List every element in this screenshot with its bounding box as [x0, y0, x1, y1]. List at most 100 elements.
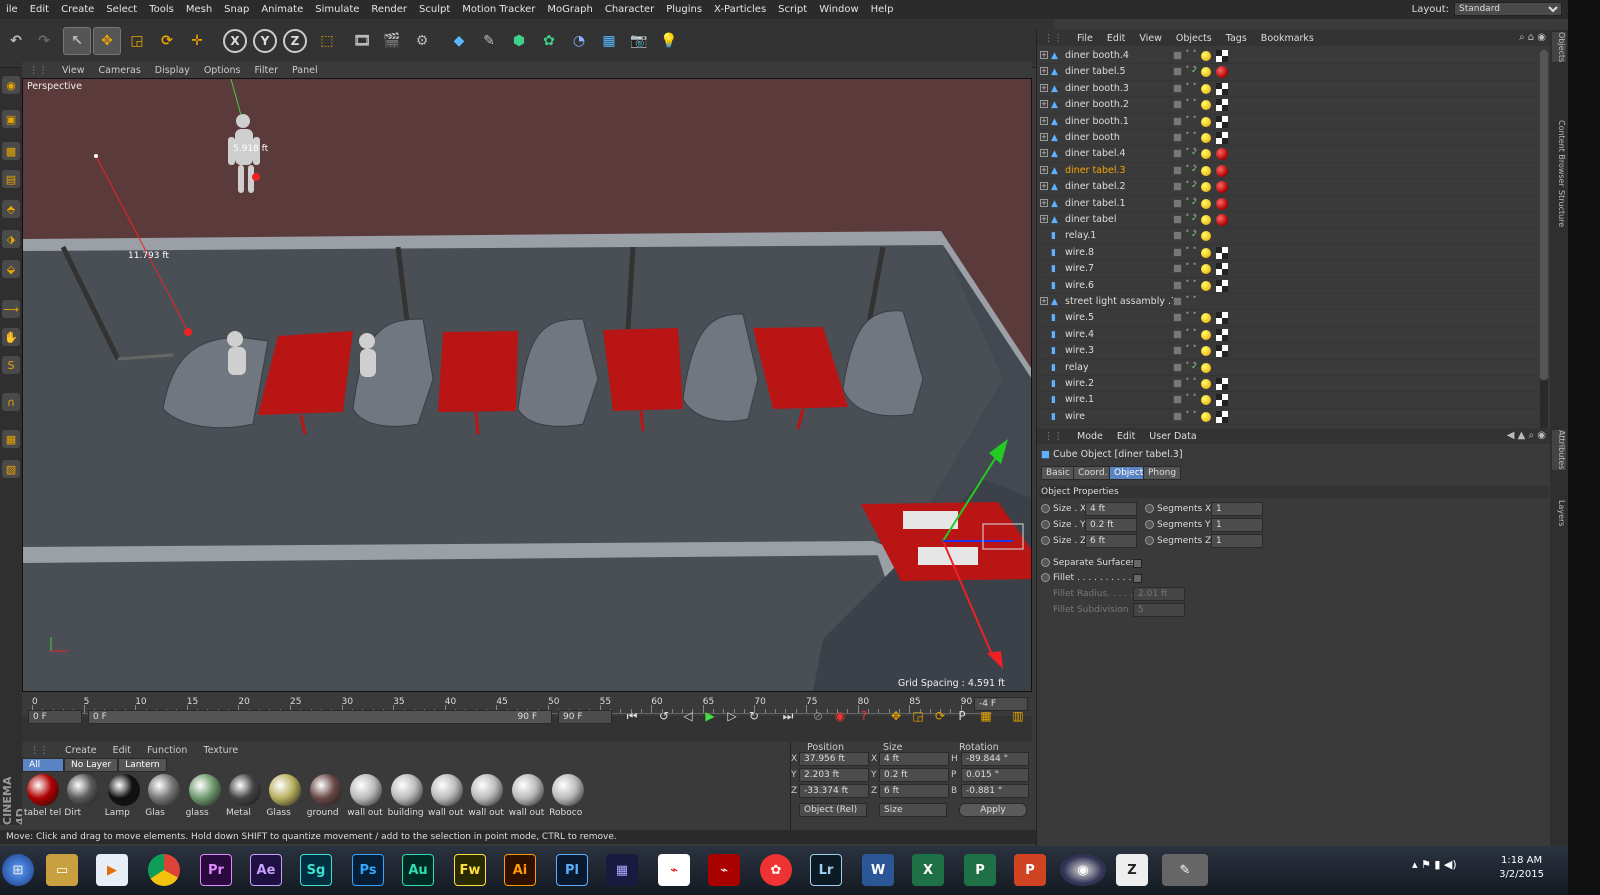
start-button-icon[interactable]: ⊞ [2, 854, 34, 886]
tweak-mode-icon[interactable]: ✋ [2, 328, 20, 346]
expand-toggle-icon[interactable]: + [1040, 83, 1048, 92]
object-row[interactable]: + ▲ diner booth.3 • • [1037, 80, 1537, 98]
side-tab-structure[interactable]: Structure [1552, 190, 1566, 227]
phong-tag-icon[interactable] [1201, 379, 1211, 389]
position-z-field[interactable]: -33.374 ft [799, 784, 869, 798]
enabled-check-icon[interactable]: ✓ [1191, 148, 1199, 158]
viewport-menu-options[interactable]: Options [197, 65, 248, 76]
material-swatch[interactable]: glass [186, 774, 224, 830]
visibility-dots-icon[interactable]: • • [1185, 294, 1197, 302]
texture-tag-icon[interactable] [1216, 115, 1228, 128]
enabled-check-icon[interactable]: ✓ [1191, 362, 1199, 372]
apply-button[interactable]: Apply [959, 803, 1027, 817]
enabled-check-icon[interactable]: ✓ [1191, 181, 1199, 191]
zbrush-icon[interactable]: Z [1116, 854, 1148, 886]
size-z-anim-radio[interactable] [1041, 536, 1050, 545]
texture-tag-icon[interactable] [1216, 328, 1228, 341]
key-param-icon[interactable]: P [952, 706, 972, 726]
menu-sculpt[interactable]: Sculpt [413, 4, 456, 15]
expand-toggle-icon[interactable]: + [1040, 198, 1048, 207]
texture-mode-icon[interactable]: ▩ [2, 142, 20, 160]
material-swatch[interactable]: wall out [468, 774, 506, 830]
layer-checkbox-icon[interactable] [1173, 264, 1182, 274]
material-swatch[interactable]: Lamp [105, 774, 143, 830]
phong-tag-icon[interactable] [1201, 280, 1211, 291]
object-row[interactable]: ▮ wire.4 • • [1037, 326, 1537, 344]
position-x-field[interactable]: 37.956 ft [799, 752, 869, 766]
visibility-dots-icon[interactable]: • • [1185, 97, 1197, 105]
visibility-dots-icon[interactable]: • • [1185, 310, 1197, 318]
attribute-menu-edit[interactable]: Edit [1110, 431, 1142, 442]
texture-tag-icon[interactable] [1216, 246, 1228, 259]
object-row[interactable]: ▮ wire.2 • • [1037, 376, 1537, 393]
magnet-icon[interactable]: ∩ [2, 393, 20, 411]
texture-tag-icon[interactable] [1216, 345, 1228, 358]
redo-icon[interactable]: ↷ [30, 27, 58, 55]
phong-tag-icon[interactable] [1201, 215, 1211, 225]
material-swatch[interactable]: tabel tel [24, 774, 62, 830]
expand-toggle-icon[interactable]: + [1040, 51, 1048, 59]
phong-tag-icon[interactable] [1201, 362, 1211, 373]
attribute-nav-icons[interactable]: ◀ ▲ ⌕ ◉ [1507, 430, 1546, 441]
x-axis-lock-icon[interactable]: X [223, 29, 247, 53]
visibility-dots-icon[interactable]: • • [1185, 244, 1197, 252]
object-manager-search-icon[interactable]: ⌕ ⌂ ◉ [1519, 32, 1546, 43]
texture-tag-icon[interactable] [1216, 312, 1228, 325]
move-tool-icon[interactable]: ✥ [93, 27, 121, 55]
attribute-menu-user-data[interactable]: User Data [1142, 431, 1203, 442]
phong-tag-icon[interactable] [1201, 182, 1211, 193]
side-tab-content-browser[interactable]: Content Browser [1552, 120, 1566, 187]
object-menu-edit[interactable]: Edit [1100, 33, 1132, 44]
object-row[interactable]: + ▲ diner booth • • [1037, 130, 1537, 147]
phong-tag-icon[interactable] [1201, 51, 1211, 61]
davinci-icon[interactable]: ✿ [760, 854, 792, 886]
app-au-icon[interactable]: Au [402, 854, 434, 886]
separate-anim-radio[interactable] [1041, 558, 1050, 567]
texture-tag-icon[interactable] [1216, 378, 1228, 390]
live-selection-icon[interactable]: ↖ [63, 27, 91, 55]
rotation-h-field[interactable]: -89.844 ° [961, 752, 1029, 766]
expand-toggle-icon[interactable]: + [1040, 297, 1048, 305]
fillet-checkbox[interactable] [1133, 574, 1142, 583]
object-row[interactable]: ▮ wire.8 • • [1037, 244, 1537, 262]
side-tab-layers[interactable]: Layers [1552, 500, 1566, 526]
texture-tag-icon[interactable] [1216, 132, 1228, 144]
key-position-icon[interactable]: ✥ [886, 706, 906, 726]
object-row[interactable]: ▮ wire.3 • • [1037, 343, 1537, 360]
material-handle-icon[interactable]: ⋮⋮ [22, 745, 57, 756]
visibility-dots-icon[interactable]: • • [1185, 343, 1197, 351]
premiere-encore-icon[interactable]: ▦ [606, 854, 638, 886]
viewport-menu-filter[interactable]: Filter [247, 65, 285, 76]
texture-tag-icon[interactable] [1216, 50, 1228, 62]
object-list-scrollbar[interactable] [1540, 50, 1548, 430]
menu-select[interactable]: Select [100, 4, 143, 15]
size-mode-dropdown[interactable]: Size [879, 803, 947, 817]
excel-icon[interactable]: X [912, 854, 944, 886]
object-manager-handle-icon[interactable]: ⋮⋮ [1037, 33, 1070, 44]
menu-help[interactable]: Help [865, 4, 900, 15]
phong-tag-icon[interactable] [1201, 395, 1211, 406]
layout-dropdown[interactable]: Standard [1454, 2, 1562, 16]
app-ai-icon[interactable]: Ai [504, 854, 536, 886]
key-scale-icon[interactable]: ◲ [908, 706, 928, 726]
light-icon[interactable]: 💡 [655, 27, 683, 55]
object-menu-objects[interactable]: Objects [1169, 33, 1219, 44]
start-frame-field[interactable]: 0 F [28, 710, 82, 724]
phong-tag-icon[interactable] [1201, 329, 1211, 340]
grid-icon[interactable]: ▦ [2, 430, 20, 448]
lock-workplane-icon[interactable]: ▧ [2, 460, 20, 478]
subdivision-surface-icon[interactable]: ⬢ [505, 27, 533, 55]
enabled-check-icon[interactable]: ✓ [1191, 198, 1199, 208]
menu-x-particles[interactable]: X-Particles [708, 4, 772, 15]
size-y-field[interactable]: 0.2 ft [879, 768, 949, 782]
phong-tag-icon[interactable] [1201, 264, 1211, 275]
workplane-icon[interactable]: ▤ [2, 170, 20, 188]
step-back-icon[interactable]: ◁ [678, 706, 698, 726]
object-row[interactable]: ▮ wire.5 • • [1037, 310, 1537, 327]
visibility-dots-icon[interactable]: • • [1185, 48, 1197, 56]
go-to-end-icon[interactable]: ⏭ [778, 706, 798, 726]
size-x-anim-radio[interactable] [1041, 504, 1050, 513]
render-view-icon[interactable]: 🎞 [348, 27, 376, 55]
attr-size-x-field[interactable]: 4 ft [1085, 502, 1137, 516]
object-row[interactable]: + ▲ diner tabel.1 • • ✓ [1037, 195, 1537, 212]
